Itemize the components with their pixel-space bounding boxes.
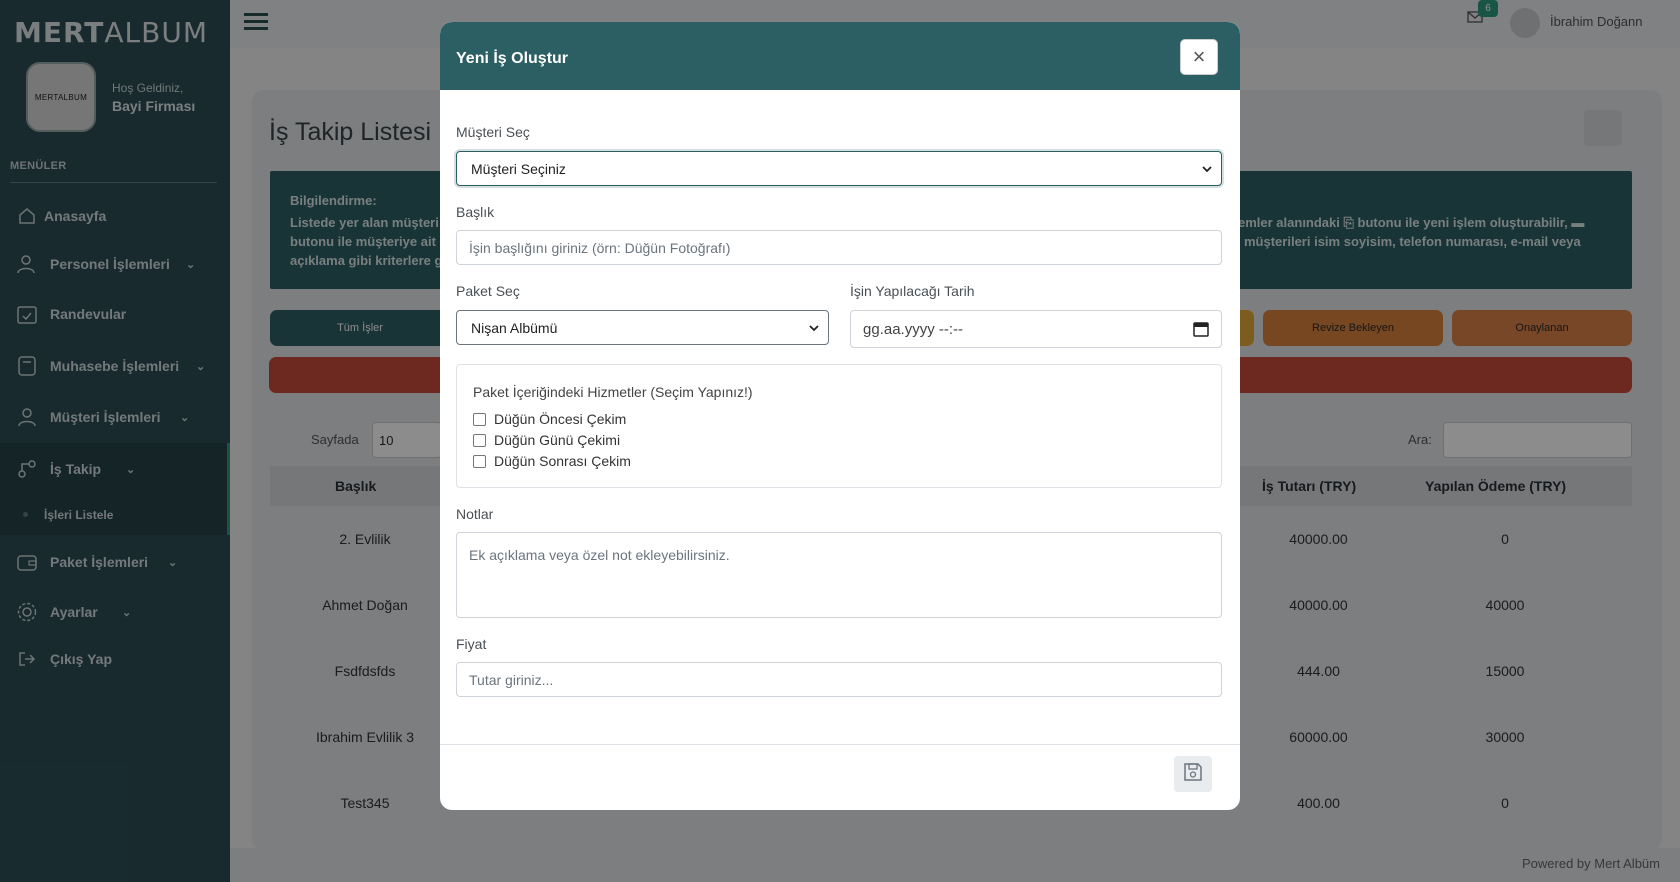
save-button[interactable]	[1174, 756, 1212, 792]
title-label: Başlık	[456, 204, 495, 220]
services-title: Paket İçeriğindeki Hizmetler (Seçim Yapı…	[473, 384, 753, 400]
modal-title: Yeni İş Oluştur	[456, 50, 569, 67]
notes-textarea[interactable]: Ek açıklama veya özel not ekleyebilirsin…	[456, 532, 1222, 618]
close-button[interactable]: ×	[1180, 39, 1218, 75]
customer-select[interactable]: Müşteri Seçiniz	[456, 151, 1222, 186]
service-checkbox-day[interactable]: Düğün Günü Çekimi	[473, 432, 620, 448]
notes-label: Notlar	[456, 506, 494, 522]
calendar-icon[interactable]	[1193, 321, 1209, 341]
chevron-down-icon	[808, 321, 820, 337]
customer-label: Müşteri Seç	[456, 124, 530, 140]
price-label: Fiyat	[456, 636, 487, 652]
chevron-down-icon	[1201, 162, 1213, 178]
service-checkbox-before[interactable]: Düğün Öncesi Çekim	[473, 411, 626, 427]
service-checkbox-after[interactable]: Düğün Sonrası Çekim	[473, 453, 631, 469]
date-input[interactable]: gg.aa.yyyy --:--	[850, 310, 1222, 348]
modal-footer-divider	[440, 744, 1240, 745]
title-input[interactable]: İşin başlığını giriniz (örn: Düğün Fotoğ…	[456, 230, 1222, 265]
package-select[interactable]: Nişan Albümü	[456, 310, 829, 345]
price-input[interactable]: Tutar giriniz...	[456, 662, 1222, 697]
modal-header: Yeni İş Oluştur ×	[440, 22, 1240, 90]
package-label: Paket Seç	[456, 283, 520, 299]
services-group: Paket İçeriğindeki Hizmetler (Seçim Yapı…	[456, 364, 1222, 488]
date-label: İşin Yapılacağı Tarih	[850, 283, 975, 299]
close-icon: ×	[1192, 44, 1206, 69]
new-job-modal: Yeni İş Oluştur × Müşteri Seç Müşteri Se…	[440, 22, 1240, 810]
save-icon	[1182, 761, 1204, 788]
